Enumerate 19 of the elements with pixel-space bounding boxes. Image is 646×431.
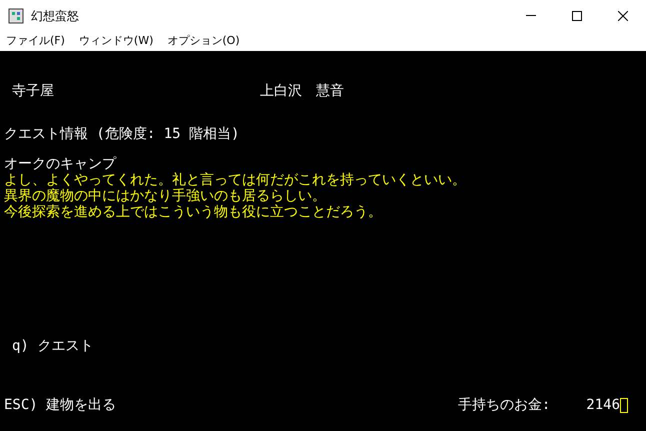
menu-item[interactable]: ウィンドウ(W) (78, 32, 154, 50)
npc-name: 上白沢 慧音 (260, 83, 344, 99)
location-name: 寺子屋 (12, 83, 55, 99)
dialogue-line: よし、よくやってくれた。礼と言っては何だがこれを持っていくといい。 (3, 172, 466, 188)
menu-item[interactable]: オプション(O) (167, 32, 240, 50)
dialogue-line: 今後探索を進める上ではこういう物も役に立つことだろう。 (3, 204, 382, 220)
quest-name: オークのキャンプ (3, 156, 116, 172)
app-icon (8, 8, 24, 24)
maximize-icon (572, 10, 582, 20)
quest-heading: クエスト情報 (危険度: 15 階相当) (3, 126, 240, 142)
close-icon (618, 10, 628, 20)
dialogue-line: 異界の魔物の中にはかなり手強いのも居るらしい。 (3, 188, 326, 204)
minimize-icon (526, 15, 536, 16)
menu-item[interactable]: ファイル(F) (6, 32, 65, 50)
command-option[interactable]: q) クエスト (0, 338, 94, 354)
money-label: 手持ちのお金: (458, 397, 550, 413)
window-title: 幻想蛮怒 (31, 8, 79, 24)
money-amount: 2146 (586, 397, 620, 413)
exit-command[interactable]: ESC) 建物を出る (4, 397, 116, 413)
